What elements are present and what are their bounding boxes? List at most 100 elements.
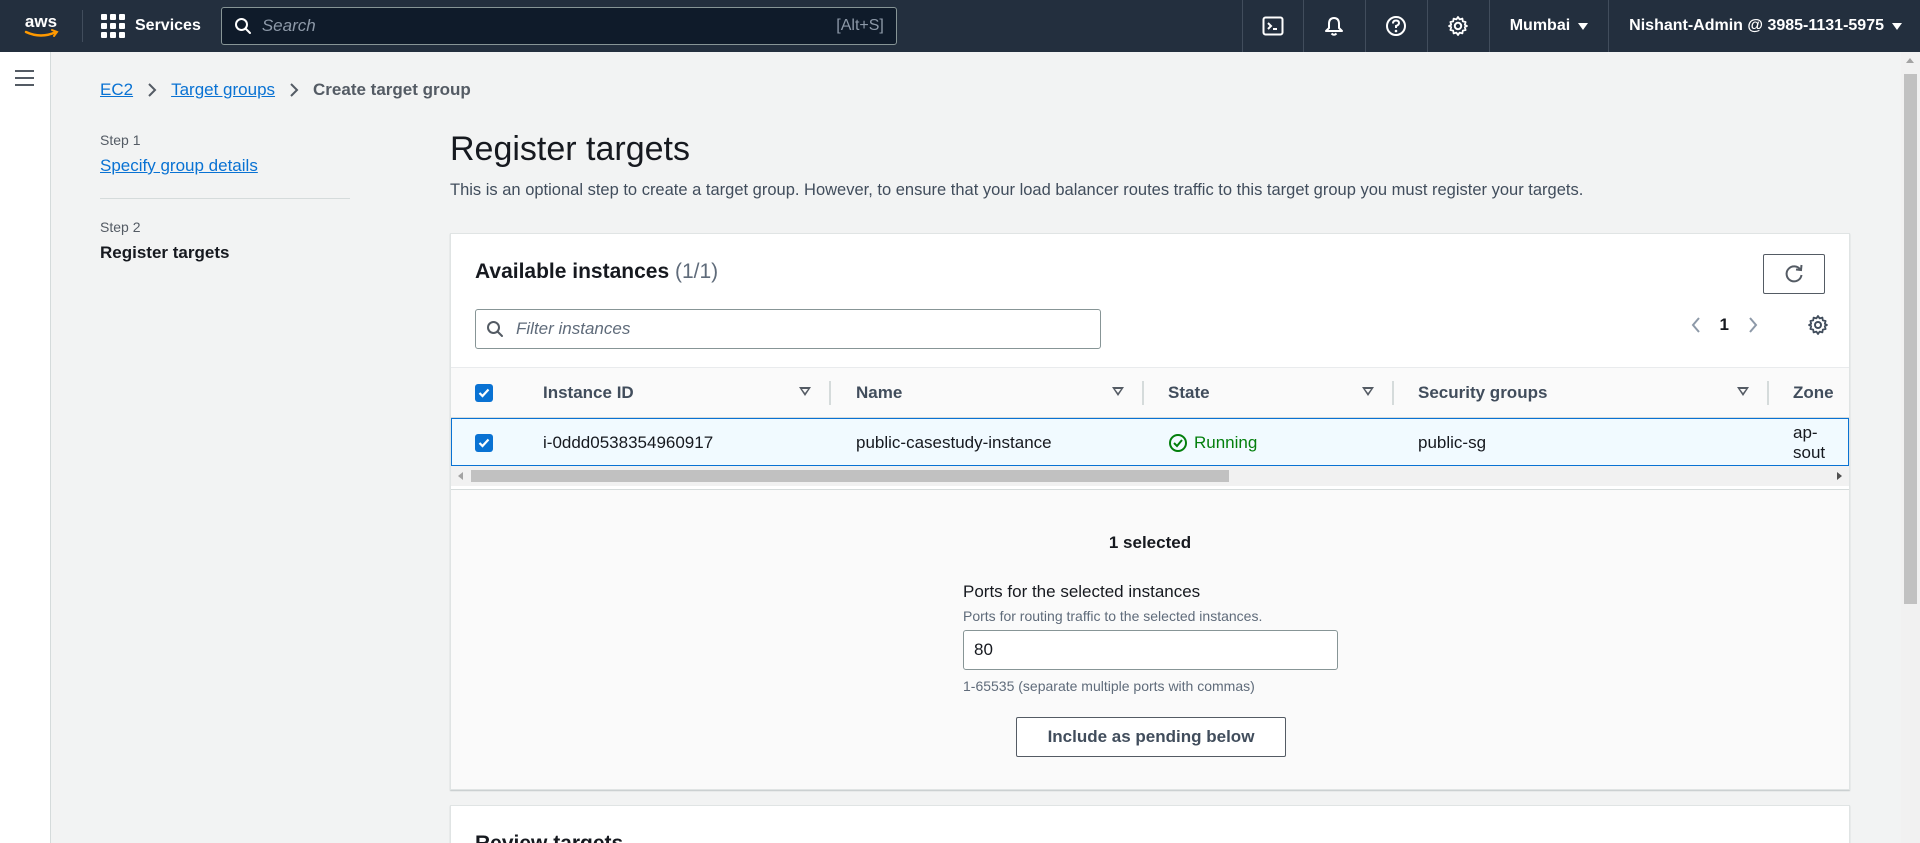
checkbox-checked-icon bbox=[475, 384, 493, 402]
top-navigation: aws Services Search [Alt+S] Mumbai Nisha… bbox=[0, 0, 1920, 52]
page-title: Register targets bbox=[450, 130, 690, 168]
sort-icon[interactable] bbox=[799, 387, 811, 396]
column-header-state[interactable]: State bbox=[1168, 368, 1210, 418]
page-description: This is an optional step to create a tar… bbox=[450, 181, 1584, 199]
cell-security-groups: public-sg bbox=[1418, 433, 1487, 452]
step-divider bbox=[100, 198, 350, 199]
grid-icon bbox=[101, 14, 125, 38]
column-resizer[interactable] bbox=[829, 381, 831, 405]
chevron-left-icon[interactable] bbox=[1690, 315, 1702, 335]
cell-name: public-casestudy-instance bbox=[856, 433, 1052, 452]
column-resizer[interactable] bbox=[1392, 381, 1394, 405]
available-instances-panel: Available instances (1/1) Filter instanc… bbox=[450, 233, 1850, 790]
filter-instances-input[interactable]: Filter instances bbox=[475, 309, 1101, 349]
nav-divider bbox=[82, 10, 83, 42]
sort-icon[interactable] bbox=[1362, 387, 1374, 396]
column-header-security-groups[interactable]: Security groups bbox=[1418, 368, 1547, 418]
caret-down-icon bbox=[1578, 22, 1589, 30]
chevron-right-icon[interactable] bbox=[1747, 315, 1759, 335]
search-icon bbox=[234, 18, 251, 34]
column-resizer[interactable] bbox=[1142, 381, 1144, 405]
nav-right-group: Mumbai Nishant-Admin @ 3985-1131-5975 bbox=[1241, 0, 1920, 52]
include-as-pending-button[interactable]: Include as pending below bbox=[1016, 717, 1286, 757]
ports-description: Ports for routing traffic to the selecte… bbox=[963, 608, 1263, 624]
selection-ports-section: 1 selected Ports for the selected instan… bbox=[451, 489, 1849, 789]
cell-instance-id: i-0ddd0538354960917 bbox=[543, 433, 714, 452]
column-resizer[interactable] bbox=[1767, 381, 1769, 405]
breadcrumb-ec2-link[interactable]: EC2 bbox=[100, 80, 133, 100]
breadcrumb-target-groups-link[interactable]: Target groups bbox=[171, 80, 275, 100]
chevron-right-icon bbox=[290, 83, 299, 97]
row-checkbox[interactable] bbox=[475, 419, 493, 467]
account-label: Nishant-Admin @ 3985-1131-5975 bbox=[1629, 17, 1884, 34]
aws-logo[interactable]: aws bbox=[0, 0, 82, 52]
services-label: Services bbox=[135, 17, 201, 34]
scroll-left-arrow-icon[interactable] bbox=[458, 472, 463, 480]
cloudshell-button[interactable] bbox=[1241, 0, 1304, 52]
ports-field: Ports for the selected instances Ports f… bbox=[963, 582, 1363, 694]
aws-logo-icon: aws bbox=[24, 12, 59, 37]
sort-icon[interactable] bbox=[1112, 387, 1124, 396]
refresh-icon bbox=[1785, 264, 1803, 283]
bell-icon bbox=[1325, 17, 1344, 36]
panel-title: Available instances (1/1) bbox=[475, 260, 718, 284]
page-number[interactable]: 1 bbox=[1720, 315, 1729, 335]
svg-text:aws: aws bbox=[25, 12, 57, 31]
table-row[interactable]: i-0ddd0538354960917 public-casestudy-ins… bbox=[451, 418, 1849, 466]
refresh-button[interactable] bbox=[1763, 254, 1825, 294]
breadcrumb: EC2 Target groups Create target group bbox=[100, 80, 471, 100]
side-rail bbox=[0, 52, 51, 843]
step-2-current: Register targets bbox=[100, 243, 230, 262]
review-targets-panel: Review targets bbox=[450, 805, 1850, 843]
scrollbar-thumb[interactable] bbox=[1904, 74, 1917, 604]
search-input[interactable]: Search [Alt+S] bbox=[220, 7, 897, 45]
ports-input[interactable]: 80 bbox=[963, 630, 1338, 670]
pagination: 1 bbox=[1690, 314, 1829, 336]
step-1-link[interactable]: Specify group details bbox=[100, 156, 258, 176]
filter-placeholder: Filter instances bbox=[516, 319, 631, 338]
checkbox-checked-icon bbox=[475, 434, 493, 452]
scroll-up-arrow-icon[interactable] bbox=[1906, 58, 1914, 63]
caret-down-icon bbox=[1892, 22, 1902, 30]
scroll-right-arrow-icon[interactable] bbox=[1837, 472, 1842, 480]
menu-icon[interactable] bbox=[15, 70, 34, 91]
help-button[interactable] bbox=[1366, 0, 1428, 52]
account-menu[interactable]: Nishant-Admin @ 3985-1131-5975 bbox=[1609, 0, 1920, 52]
column-header-zone[interactable]: Zone bbox=[1793, 368, 1834, 418]
column-header-name[interactable]: Name bbox=[856, 368, 902, 418]
ports-label: Ports for the selected instances bbox=[963, 582, 1201, 601]
select-all-checkbox[interactable] bbox=[475, 368, 493, 418]
sort-icon[interactable] bbox=[1737, 387, 1749, 396]
cloudshell-icon bbox=[1262, 16, 1284, 36]
wizard-steps: Step 1 Specify group details Step 2 Regi… bbox=[100, 132, 350, 263]
region-selector[interactable]: Mumbai bbox=[1490, 0, 1610, 52]
check-circle-icon bbox=[1169, 434, 1187, 452]
search-icon bbox=[487, 321, 503, 337]
services-menu[interactable]: Services bbox=[101, 14, 201, 38]
ports-hint: 1-65535 (separate multiple ports with co… bbox=[963, 678, 1255, 694]
table-header: Instance ID Name State Security groups Z… bbox=[451, 368, 1849, 418]
step-2-label: Step 2 bbox=[100, 219, 141, 235]
available-instances-count: (1/1) bbox=[675, 260, 719, 283]
column-header-instance-id[interactable]: Instance ID bbox=[543, 368, 634, 418]
breadcrumb-current: Create target group bbox=[313, 80, 471, 99]
settings-button[interactable] bbox=[1428, 0, 1490, 52]
gear-icon bbox=[1448, 16, 1469, 36]
cell-state: Running bbox=[1168, 419, 1257, 467]
help-icon bbox=[1386, 16, 1407, 36]
notifications-button[interactable] bbox=[1304, 0, 1366, 52]
chevron-right-icon bbox=[148, 83, 157, 97]
step-1-label: Step 1 bbox=[100, 132, 141, 148]
search-placeholder: Search bbox=[261, 16, 316, 35]
main-header: Register targets This is an optional ste… bbox=[450, 130, 1850, 200]
gear-icon[interactable] bbox=[1807, 314, 1829, 336]
state-running-label: Running bbox=[1194, 433, 1258, 452]
horizontal-scrollbar[interactable] bbox=[451, 466, 1849, 486]
review-targets-title: Review targets bbox=[475, 832, 623, 843]
region-label: Mumbai bbox=[1509, 17, 1571, 34]
scrollbar-thumb[interactable] bbox=[471, 470, 1229, 482]
selected-count: 1 selected bbox=[1108, 533, 1192, 552]
available-instances-title: Available instances bbox=[475, 260, 670, 283]
vertical-scrollbar[interactable] bbox=[1901, 52, 1920, 843]
search-shortcut: [Alt+S] bbox=[836, 17, 884, 34]
